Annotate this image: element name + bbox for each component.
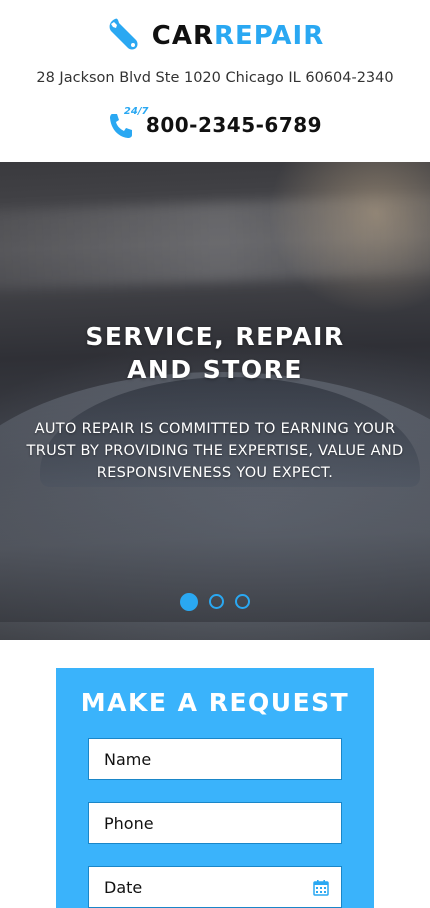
- address: 28 Jackson Blvd Ste 1020 Chicago IL 6060…: [36, 70, 394, 86]
- slider-dot-3[interactable]: [235, 594, 250, 609]
- phone-input[interactable]: [89, 803, 304, 843]
- logo-text-repair: REPAIR: [213, 21, 325, 51]
- hours-tag: 24/7: [123, 106, 149, 117]
- hero-subtitle: AUTO REPAIR IS COMMITTED TO EARNING YOUR…: [26, 421, 404, 481]
- phone-field-wrapper: [88, 802, 342, 844]
- date-field-wrapper: [88, 866, 342, 908]
- hero-title-line1: SERVICE, REPAIR: [85, 322, 345, 351]
- date-input[interactable]: [89, 867, 304, 907]
- slider-pagination: [0, 593, 430, 611]
- phone-number[interactable]: 800-2345-6789: [146, 113, 322, 137]
- slider-dot-1[interactable]: [180, 593, 198, 611]
- request-form: MAKE A REQUEST: [56, 668, 374, 908]
- request-form-title: MAKE A REQUEST: [80, 688, 350, 717]
- logo-text-car: CAR: [151, 21, 214, 51]
- hero-background-light: [250, 162, 430, 332]
- phone-row[interactable]: 24/7 800-2345-6789: [0, 106, 430, 140]
- site-header: CARREPAIR 28 Jackson Blvd Ste 1020 Chica…: [0, 0, 430, 162]
- slider-dot-2[interactable]: [209, 594, 224, 609]
- phone-icon: 24/7: [108, 106, 148, 140]
- hero-title: SERVICE, REPAIR AND STORE: [0, 320, 430, 386]
- calendar-icon[interactable]: [313, 880, 329, 896]
- name-field-wrapper: [88, 738, 342, 780]
- logo-text: CARREPAIR: [152, 21, 325, 51]
- name-input[interactable]: [89, 739, 304, 779]
- hero-slider: SERVICE, REPAIR AND STORE AUTO REPAIR IS…: [0, 162, 430, 640]
- wrench-icon: [109, 18, 138, 50]
- hero-title-line2: AND STORE: [127, 355, 303, 384]
- logo[interactable]: CARREPAIR: [0, 16, 430, 56]
